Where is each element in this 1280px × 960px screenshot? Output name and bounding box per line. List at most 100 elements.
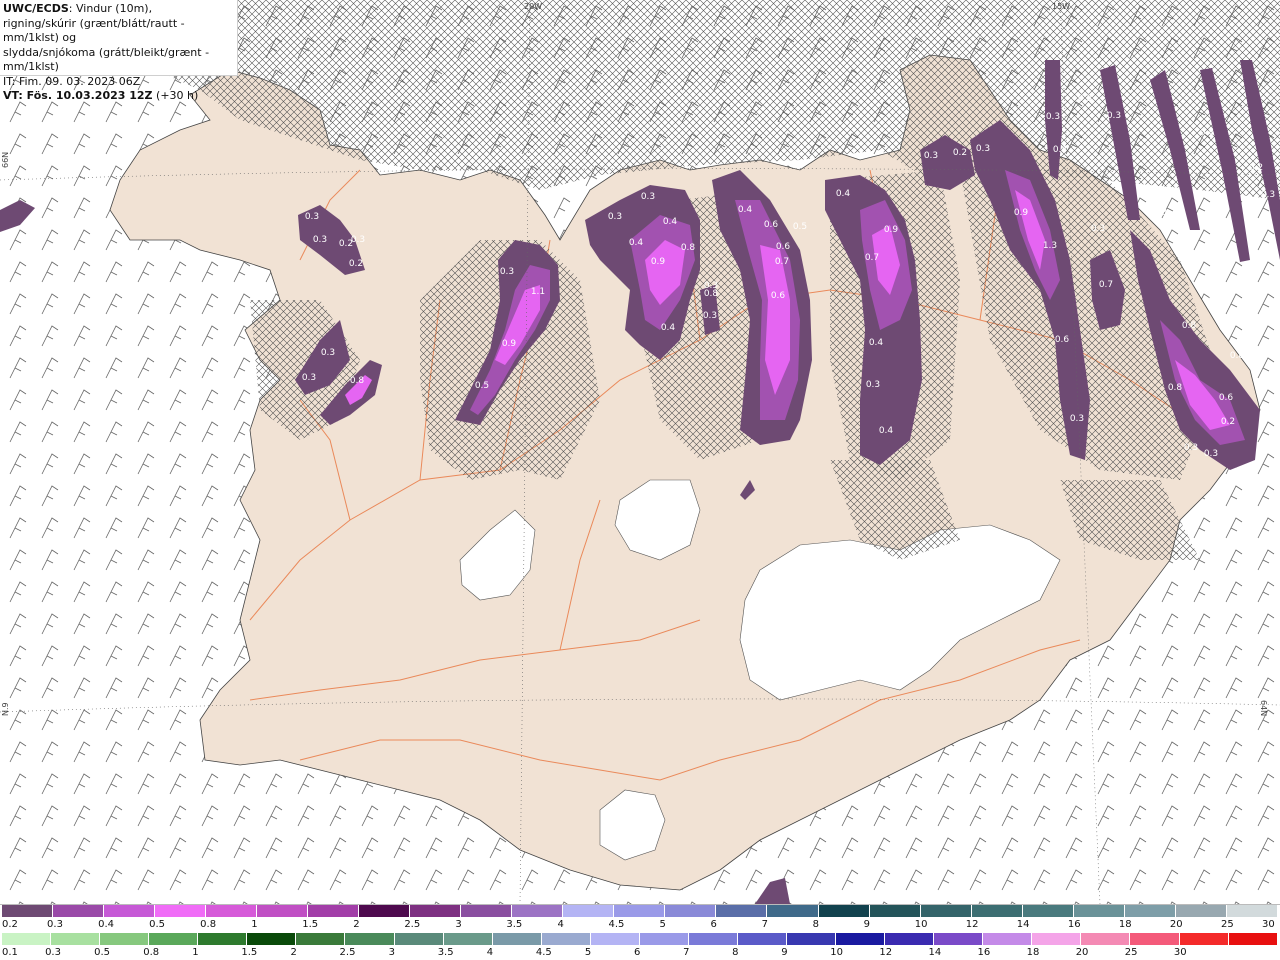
precip-value-label: 0.3 — [1261, 190, 1275, 200]
legend-swatch — [394, 933, 444, 945]
legend-swatch — [1228, 933, 1278, 945]
legend-label: 3 — [388, 947, 395, 958]
weather-map[interactable]: 0.3 0.3 0.2 0.3 0.2 0.3 1.1 0.9 0.5 0.3 0.3 0.4 0.9 0… — [0, 0, 1280, 904]
precip-value-label: 0.4 — [629, 238, 644, 248]
legend-swatch — [971, 905, 1023, 917]
rain-desc: rigning/skúrir (grænt/blátt/rautt - mm/1… — [3, 16, 185, 45]
precip-value-label: 0.6 — [1055, 335, 1070, 345]
legend-label: 3.5 — [437, 947, 454, 958]
map-view[interactable]: 0.3 0.3 0.2 0.3 0.2 0.3 1.1 0.9 0.5 0.3 0.3 0.4 0.9 0… — [0, 0, 1280, 960]
legend-swatch — [716, 905, 768, 917]
legend-swatch — [155, 905, 207, 917]
legend-swatch — [818, 905, 870, 917]
legend-label: 7 — [683, 947, 690, 958]
precip-value-label: 0.7 — [1099, 280, 1113, 290]
precip-value-label: 0.2 — [953, 148, 967, 158]
legend-swatch — [247, 933, 297, 945]
legend-swatch — [767, 905, 819, 917]
legend-label: 18 — [1118, 919, 1132, 930]
grid-label-left: N.9 — [1, 702, 10, 716]
precip-value-label: 0.3 — [1091, 224, 1105, 234]
precip-value-label: 0.9 — [884, 225, 899, 235]
legend-label: 2.5 — [339, 947, 356, 958]
legend-swatch — [934, 933, 984, 945]
legend-label: 0.4 — [98, 919, 114, 930]
precip-value-label: 0.6 — [764, 220, 779, 230]
legend-swatch — [983, 933, 1033, 945]
precip-value-label: 0.3 — [1046, 112, 1060, 122]
precip-value-label: 0.8 — [681, 243, 696, 253]
legend-swatch — [308, 905, 360, 917]
precip-value-label: 1.3 — [1043, 241, 1057, 251]
legend-label: 0.8 — [143, 947, 160, 958]
grid-label-15w: 15W — [1052, 2, 1071, 11]
legend-swatch — [461, 905, 513, 917]
legend-swatch — [1081, 933, 1131, 945]
legend-swatch — [2, 933, 52, 945]
legend-swatch — [198, 933, 248, 945]
product-desc: : Vindur (10m), — [68, 2, 153, 15]
legend-swatch — [541, 933, 591, 945]
legend-swatch — [149, 933, 199, 945]
legend-label: 0.3 — [45, 947, 61, 958]
precip-value-label: 0.7 — [775, 257, 789, 267]
legend-swatch — [443, 933, 493, 945]
rain-legend-swatches — [2, 933, 1278, 945]
legend-label: 4.5 — [608, 919, 625, 930]
legend-swatch — [836, 933, 886, 945]
legend-label: 10 — [914, 919, 928, 930]
legend-label: 6 — [634, 947, 641, 958]
precip-value-label: 0.8 — [350, 376, 365, 386]
map-info-box: UWC/ECDS: Vindur (10m), rigning/skúrir (… — [0, 0, 238, 102]
precip-value-label: 0.5 — [475, 381, 489, 391]
legend-label: 0.3 — [47, 919, 63, 930]
legend-swatch — [104, 905, 156, 917]
legend-swatch — [410, 905, 462, 917]
legend-swatch — [665, 905, 717, 917]
precip-value-label: 1.1 — [531, 287, 545, 297]
legend-label: 0.2 — [2, 919, 18, 930]
grid-label-20w: 20W — [524, 2, 543, 11]
legend-swatch — [869, 905, 921, 917]
precip-value-label: 0.4 — [836, 189, 851, 199]
precip-value-label: 0.3 — [1107, 111, 1121, 121]
legend-label: 10 — [830, 947, 844, 958]
legend-swatch — [345, 933, 395, 945]
legend-swatch — [614, 905, 666, 917]
precip-value-label: 0.3 — [313, 235, 327, 245]
legend-label: 1.5 — [302, 919, 319, 930]
legend-swatch — [1130, 933, 1180, 945]
precip-value-label: 0.3 — [1153, 208, 1167, 218]
snow-legend-swatches — [2, 905, 1278, 917]
legend-label: 4 — [486, 947, 494, 958]
precip-value-label: 0.3 — [305, 212, 319, 222]
precip-value-label: 0.3 — [924, 151, 938, 161]
legend-label: 5 — [584, 947, 592, 958]
legend-swatch — [737, 933, 787, 945]
precip-value-label: 0.3 — [866, 380, 880, 390]
legend-label: 1.5 — [241, 947, 258, 958]
precip-value-label: 0.9 — [502, 339, 517, 349]
legend-label: 8 — [732, 947, 739, 958]
precip-value-label: 0.7 — [865, 253, 879, 263]
legend-label: 5 — [659, 919, 666, 930]
precip-value-label: 0.6 — [1209, 293, 1224, 303]
precip-value-label: 0.3 — [704, 281, 718, 291]
precip-value-label: 0.4 — [738, 205, 753, 215]
legend-swatch — [100, 933, 150, 945]
legend-swatch — [206, 905, 258, 917]
precip-value-label: 0.8 — [1230, 351, 1245, 361]
precip-value-label: 0.2 — [349, 259, 363, 269]
precip-value-label: 0.3 — [608, 212, 622, 222]
legend-label: 9 — [863, 919, 871, 930]
legend-label: 8 — [812, 919, 819, 930]
legend-swatch — [296, 933, 346, 945]
legend-label: 3.5 — [506, 919, 523, 930]
precip-value-label: 0.2 — [1249, 163, 1263, 173]
precip-value-label: 0.9 — [651, 257, 666, 267]
precip-value-label: 0.3 — [500, 267, 514, 277]
legend-swatch — [257, 905, 309, 917]
legend-swatch — [885, 933, 935, 945]
legend-label: 14 — [1016, 919, 1030, 930]
legend-swatch — [359, 905, 411, 917]
